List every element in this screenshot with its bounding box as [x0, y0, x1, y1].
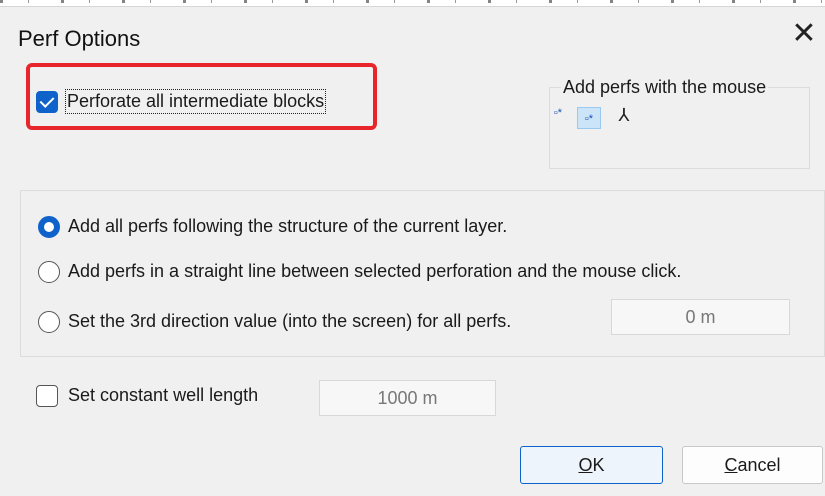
perf-arrow-star-selected-icon[interactable]: ▫*	[577, 107, 601, 129]
dialog-title: Perf Options	[18, 26, 141, 51]
option-straight-line-label[interactable]: Add perfs in a straight line between sel…	[68, 261, 681, 282]
option-structure-radio[interactable]	[38, 216, 60, 238]
cancel-label-rest: ancel	[737, 455, 781, 475]
option-3rd-direction-label[interactable]: Set the 3rd direction value (into the sc…	[68, 311, 511, 332]
background-window-marks	[0, 0, 825, 3]
perf-arrow-star-icon[interactable]: ▫*	[546, 102, 570, 124]
well-length-label[interactable]: Set constant well length	[68, 385, 258, 406]
background-window-strip	[0, 0, 825, 7]
well-length-checkbox[interactable]	[36, 385, 58, 407]
option-straight-line-radio[interactable]	[38, 261, 60, 283]
intermediate-blocks-checkbox[interactable]	[36, 91, 58, 113]
well-length-value-field[interactable]: 1000 m	[319, 380, 496, 416]
intermediate-blocks-label[interactable]: Perforate all intermediate blocks	[64, 89, 327, 114]
ok-mnemonic: O	[578, 455, 593, 475]
option-3rd-direction-radio[interactable]	[38, 311, 60, 333]
perf-tripod-icon[interactable]: ⅄	[612, 104, 636, 126]
option-structure-label[interactable]: Add all perfs following the structure of…	[68, 216, 507, 237]
close-icon[interactable]: ✕	[790, 19, 818, 49]
cancel-mnemonic: C	[724, 455, 738, 475]
direction-value-field[interactable]: 0 m	[611, 299, 790, 335]
cancel-button[interactable]: Cancel	[682, 446, 823, 484]
ok-button[interactable]: OK	[520, 446, 663, 484]
ok-label-rest: K	[592, 455, 605, 475]
mouse-group-legend: Add perfs with the mouse	[561, 77, 769, 98]
